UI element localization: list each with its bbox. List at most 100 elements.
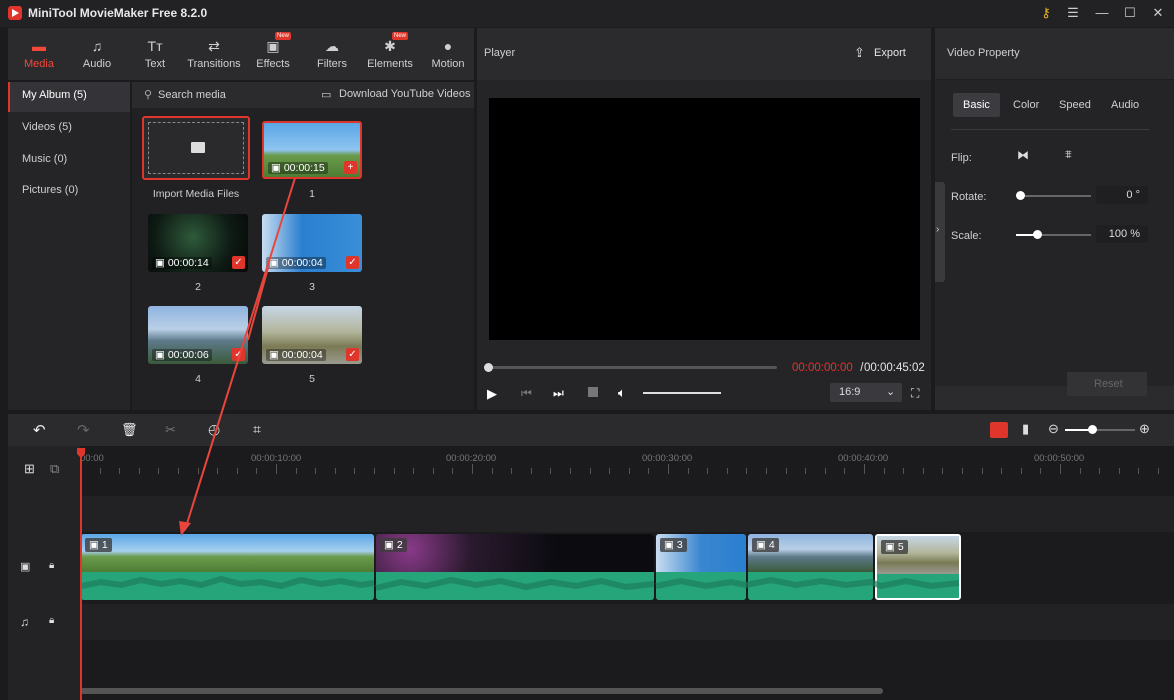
next-frame-icon[interactable]: ⏭ (553, 386, 564, 401)
nav-pictures[interactable]: Pictures (0) (8, 177, 130, 207)
minimize-icon[interactable]: — (1092, 4, 1112, 22)
ruler-tick (295, 468, 297, 474)
clip-label: ▣ 3 (660, 538, 687, 552)
progress-handle[interactable] (484, 363, 493, 372)
ruler-label: 00:00:40:00 (838, 453, 889, 464)
media-item-5[interactable]: ▣ 00:00:04 ✓ (262, 306, 362, 364)
import-media-tile[interactable] (142, 116, 250, 180)
playhead[interactable] (80, 448, 82, 700)
speed-icon[interactable]: ◴ (208, 421, 220, 438)
volume-icon[interactable]: 🔈︎ (618, 385, 626, 401)
fit-timeline-icon[interactable]: ▮ (1022, 421, 1029, 437)
checked-icon[interactable]: ✓ (232, 348, 245, 361)
nav-my-album[interactable]: My Album (5) (8, 82, 130, 112)
zoom-out-icon[interactable]: ⊖ (1048, 421, 1059, 437)
tab-basic[interactable]: Basic (953, 93, 1000, 117)
delete-icon[interactable]: 🗑︎ (121, 422, 138, 438)
flip-vertical-icon[interactable]: ⩨ (1065, 147, 1072, 162)
maximize-icon[interactable]: ☐ (1120, 4, 1140, 22)
volume-slider[interactable] (643, 392, 721, 394)
export-button[interactable]: Export (874, 47, 906, 59)
crop-icon[interactable]: ⌗ (253, 421, 261, 438)
tab-color[interactable]: Color (1013, 99, 1039, 111)
motion-icon: ● (443, 38, 453, 54)
ruler-tick (883, 468, 885, 474)
download-youtube-button[interactable]: Download YouTube Videos (339, 88, 471, 100)
film-duration: ▣ 00:00:15 (268, 162, 328, 174)
ruler-tick (1040, 468, 1042, 474)
checked-icon[interactable]: ✓ (346, 348, 359, 361)
playback-progress[interactable] (489, 366, 777, 369)
text-icon: Tт (147, 38, 163, 54)
flip-horizontal-icon[interactable]: ⧓ (1017, 148, 1029, 162)
checked-icon[interactable]: ✓ (232, 256, 245, 269)
tab-audio[interactable]: ♫ Audio (68, 28, 126, 80)
media-item-4[interactable]: ▣ 00:00:06 ✓ (148, 306, 248, 364)
ruler-tick (981, 468, 983, 474)
checked-icon[interactable]: ✓ (346, 256, 359, 269)
tab-filters[interactable]: ☁ Filters (303, 28, 361, 80)
tab-effects[interactable]: New ▣ Effects (244, 28, 302, 80)
ruler-label: 00:00:50:00 (1034, 453, 1085, 464)
clip-label: ▣ 5 (881, 540, 908, 554)
tab-transitions[interactable]: ⇄ Transitions (185, 28, 243, 80)
media-item-3[interactable]: ▣ 00:00:04 ✓ (262, 214, 362, 272)
menu-icon[interactable]: ☰ (1063, 4, 1083, 22)
tab-audio[interactable]: Audio (1111, 99, 1139, 111)
ruler-label: 00:00:10:00 (251, 453, 302, 464)
redo-icon[interactable]: ↷ (77, 421, 90, 439)
collapse-panel-handle[interactable]: › (935, 182, 945, 282)
ruler-tick (236, 468, 238, 474)
ruler-tick (354, 468, 356, 474)
ruler-tick (99, 468, 101, 474)
search-input[interactable]: Search media (158, 89, 226, 101)
stop-icon[interactable] (588, 387, 598, 397)
ruler-tick (1099, 468, 1101, 474)
ruler-tick (374, 468, 375, 474)
lock-icon[interactable]: 🔒︎ (49, 560, 54, 571)
scale-input[interactable]: 100 % (1096, 225, 1148, 243)
tab-motion[interactable]: ● Motion (419, 28, 477, 80)
film-duration: ▣ 00:00:04 (266, 349, 326, 361)
tab-speed[interactable]: Speed (1059, 99, 1091, 111)
rotate-input[interactable]: 0 ° (1096, 186, 1148, 204)
music-track-icon: ♫ (20, 615, 29, 629)
zoom-handle[interactable] (1088, 425, 1097, 434)
ruler-tick (1138, 468, 1140, 474)
timeline-ruler[interactable] (80, 446, 1174, 496)
tab-text[interactable]: Tт Text (126, 28, 184, 80)
play-icon[interactable]: ▶ (487, 386, 497, 402)
undo-icon[interactable]: ↶ (33, 421, 46, 439)
zoom-in-icon[interactable]: ⊕ (1139, 421, 1150, 437)
flip-label: Flip: (951, 152, 972, 164)
key-icon[interactable]: ⚷ (1036, 4, 1056, 22)
lock-icon[interactable]: 🔒︎ (49, 615, 54, 626)
clip-label: ▣ 4 (752, 538, 779, 552)
timeline-scrollbar[interactable] (80, 688, 883, 694)
snap-icon[interactable] (990, 422, 1008, 438)
media-item-2[interactable]: ▣ 00:00:14 ✓ (148, 214, 248, 272)
duplicate-track-icon[interactable]: ⧉ (50, 461, 59, 477)
add-track-icon[interactable]: ⊞ (24, 461, 35, 477)
fullscreen-icon[interactable]: ⛶ (911, 386, 919, 401)
media-library: ⚲ Search media ▭ Download YouTube Videos… (132, 82, 474, 410)
rotate-slider[interactable] (1019, 195, 1091, 197)
new-badge: New (275, 32, 292, 40)
tab-media[interactable]: ▬ Media (10, 28, 68, 80)
previous-frame-icon[interactable]: ⏮ (521, 386, 532, 401)
scale-handle[interactable] (1033, 230, 1042, 239)
aspect-ratio-select[interactable]: 16:9 ⌄ (830, 383, 902, 402)
rotate-handle[interactable] (1016, 191, 1025, 200)
close-icon[interactable]: ✕ (1148, 4, 1168, 22)
audio-waveform (81, 575, 960, 591)
ruler-tick (844, 468, 846, 474)
tab-elements[interactable]: New ✱ Elements (361, 28, 419, 80)
media-item-1[interactable]: ▣ 00:00:15 + (262, 121, 362, 179)
reset-button[interactable]: Reset (1067, 372, 1147, 396)
ruler-tick (119, 468, 121, 474)
chevron-down-icon: ⌄ (886, 386, 896, 398)
nav-videos[interactable]: Videos (5) (8, 114, 130, 144)
add-to-timeline-icon[interactable]: + (344, 161, 357, 174)
split-icon[interactable]: ✂ (165, 422, 176, 438)
nav-music[interactable]: Music (0) (8, 146, 130, 176)
